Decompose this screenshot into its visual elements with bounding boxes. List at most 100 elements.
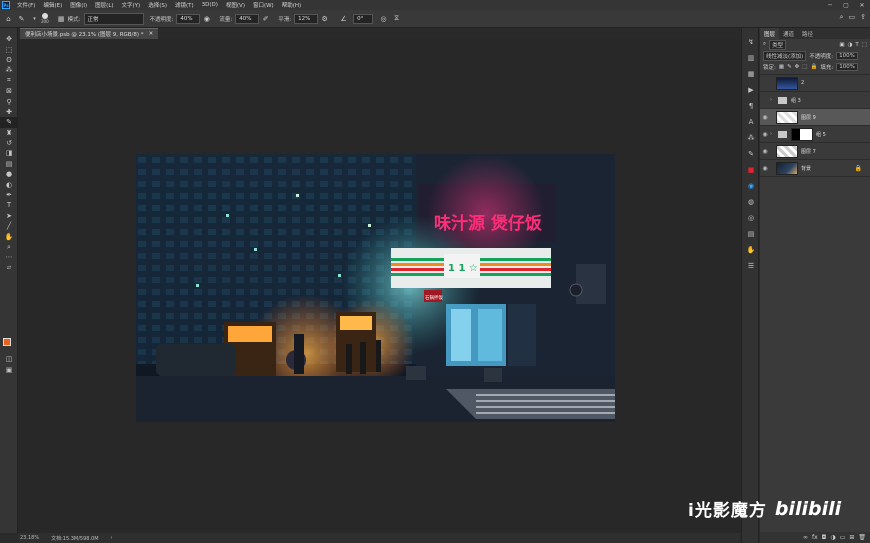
filter-pixel-icon[interactable]: ▣ [839, 42, 844, 48]
path-select-icon[interactable]: ➤ [0, 211, 18, 221]
layer-row-background[interactable]: ◉ 背景 🔒 [760, 160, 870, 177]
add-mask-icon[interactable]: ◘ [822, 534, 827, 541]
quick-mask-icon[interactable]: ◫ [0, 354, 18, 364]
properties-icon[interactable]: ◎ [742, 210, 760, 226]
menu-select[interactable]: 选择(S) [144, 1, 171, 9]
adjustment-layer-icon[interactable]: ◑ [830, 534, 835, 541]
menu-3d[interactable]: 3D(D) [198, 2, 222, 8]
crop-tool-icon[interactable]: ⌗ [0, 76, 18, 86]
filter-type-icon[interactable]: T [855, 42, 858, 48]
sliders-icon[interactable]: ☰ [742, 258, 760, 274]
lock-all-icon[interactable]: 🔒 [810, 64, 817, 70]
color-icon[interactable]: ■ [742, 162, 760, 178]
smooth-input[interactable]: 12% [294, 13, 319, 24]
maximize-icon[interactable]: ▢ [838, 0, 854, 10]
pen-tool-icon[interactable]: ✒ [0, 190, 18, 200]
history-icon[interactable]: ↯ [742, 34, 760, 50]
brush-tool-active-icon[interactable]: ✎ [0, 117, 18, 128]
minimize-icon[interactable]: ─ [822, 0, 838, 10]
magic-wand-icon[interactable]: ⁂ [0, 65, 18, 75]
fill-input[interactable]: 100% [836, 62, 858, 71]
frame-tool-icon[interactable]: ⊠ [0, 86, 18, 96]
mode-select[interactable]: 正常 [83, 12, 144, 25]
fx-icon[interactable]: fx [812, 534, 818, 541]
new-layer-icon[interactable]: ⊞ [849, 534, 854, 541]
canvas-area[interactable]: 味汁源 煲仔饭 1 1 ☆ 石锅拌饭 [18, 39, 740, 533]
eye-icon[interactable]: ◉ [760, 148, 770, 155]
move-tool-icon[interactable]: ✥ [0, 34, 18, 44]
layer-group-row[interactable]: › 组 3 [760, 92, 870, 109]
zoom-level[interactable]: 23.18% [20, 535, 39, 541]
brush-dock-icon[interactable]: ✎ [742, 146, 760, 162]
chevron-right-icon[interactable]: › [111, 535, 113, 541]
airbrush-icon[interactable]: ✐ [261, 14, 270, 23]
document-tab[interactable]: 便利店小场景.psb @ 23.1% (图层 9, RGB/8) * ✕ [20, 28, 159, 39]
lock-pixels-icon[interactable]: ▦ [779, 64, 784, 70]
paragraph-icon[interactable]: ¶ [742, 98, 760, 114]
actions-play-icon[interactable]: ▶ [742, 82, 760, 98]
menu-help[interactable]: 帮助(H) [278, 1, 305, 9]
layer-comps-icon[interactable]: ▤ [742, 226, 760, 242]
swatch-icon[interactable]: ◉ [742, 178, 760, 194]
brush-settings-icon[interactable]: ▦ [57, 14, 66, 23]
screen-mode-icon[interactable]: ▣ [0, 364, 18, 374]
chevron-right-icon[interactable]: › [770, 131, 776, 137]
lasso-tool-icon[interactable]: ʘ [0, 55, 18, 65]
pressure-opacity-icon[interactable]: ◉ [202, 14, 211, 23]
menu-edit[interactable]: 编辑(E) [39, 1, 66, 9]
gradient-tool-icon[interactable]: ▤ [0, 159, 18, 169]
more-tools-icon[interactable]: ⋯ [0, 252, 18, 262]
tab-layers[interactable]: 图层 [760, 28, 780, 39]
layer-opacity-input[interactable]: 100% [836, 51, 858, 60]
layer-filter-select[interactable]: 类型 [769, 39, 787, 50]
hand-tool-icon[interactable]: ✋ [0, 231, 18, 241]
3d-icon[interactable]: ◍ [742, 194, 760, 210]
lock-move-icon[interactable]: ✥ [795, 64, 800, 70]
close-tab-icon[interactable]: ✕ [149, 31, 154, 37]
foreground-color-swatch[interactable] [3, 338, 11, 346]
line-tool-icon[interactable]: ╱ [0, 221, 18, 231]
history-brush-icon[interactable]: ↺ [0, 138, 18, 148]
marquee-tool-icon[interactable]: ⬚ [0, 44, 18, 54]
blur-tool-icon[interactable]: ● [0, 169, 18, 179]
link-layers-icon[interactable]: ∞ [803, 534, 808, 541]
eye-icon[interactable]: ◉ [760, 131, 770, 138]
eye-icon[interactable]: ◉ [760, 165, 770, 172]
filter-adjust-icon[interactable]: ◑ [848, 42, 853, 48]
lock-brush-icon[interactable]: ✎ [787, 64, 792, 70]
menu-view[interactable]: 视图(V) [222, 1, 249, 9]
brush-settings-dock-icon[interactable]: ⁂ [742, 130, 760, 146]
type-tool-icon[interactable]: T [0, 200, 18, 210]
layer-row[interactable]: ◉ 图层 7 [760, 143, 870, 160]
menu-layer[interactable]: 图层(L) [91, 1, 117, 9]
share-icon[interactable]: ⇪ [860, 13, 866, 22]
flow-input[interactable]: 40% [235, 13, 260, 24]
gear-icon[interactable]: ⚙ [320, 14, 329, 23]
trash-icon[interactable]: 🗑 [858, 534, 866, 541]
brush-preset[interactable]: 200 [41, 13, 49, 24]
menu-image[interactable]: 图像(I) [66, 1, 91, 9]
workspace-icon[interactable]: ▭ [849, 13, 856, 22]
pressure-size-icon[interactable]: ◎ [379, 14, 388, 23]
eraser-icon[interactable]: ◨ [0, 148, 18, 158]
menu-filter[interactable]: 滤镜(T) [171, 1, 198, 9]
layer-row[interactable]: 2 [760, 75, 870, 92]
menu-window[interactable]: 窗口(W) [249, 1, 278, 9]
info-icon[interactable]: ▦ [742, 66, 760, 82]
search-icon[interactable]: ⌕ [840, 13, 844, 22]
healing-brush-icon[interactable]: ✚ [0, 107, 18, 117]
opacity-input[interactable]: 40% [176, 13, 201, 24]
lock-artboard-icon[interactable]: ⬚ [802, 64, 807, 70]
artwork-canvas[interactable]: 味汁源 煲仔饭 1 1 ☆ 石锅拌饭 [136, 154, 615, 422]
brush-tool-icon[interactable]: ✎ [17, 14, 26, 23]
hand-dock-icon[interactable]: ✋ [742, 242, 760, 258]
angle-input[interactable]: 0° [353, 13, 374, 24]
chevron-right-icon[interactable]: › [770, 97, 776, 103]
swap-colors-icon[interactable]: ⇄ [0, 263, 18, 273]
dodge-tool-icon[interactable]: ◐ [0, 179, 18, 189]
eyedropper-icon[interactable]: ⚲ [0, 96, 18, 106]
layer-row-selected[interactable]: ◉ 图层 9 [760, 109, 870, 126]
blend-mode-select[interactable]: 线性减淡(添加) [763, 50, 807, 61]
tab-channels[interactable]: 通道 [779, 28, 798, 39]
tab-paths[interactable]: 路径 [798, 28, 817, 39]
